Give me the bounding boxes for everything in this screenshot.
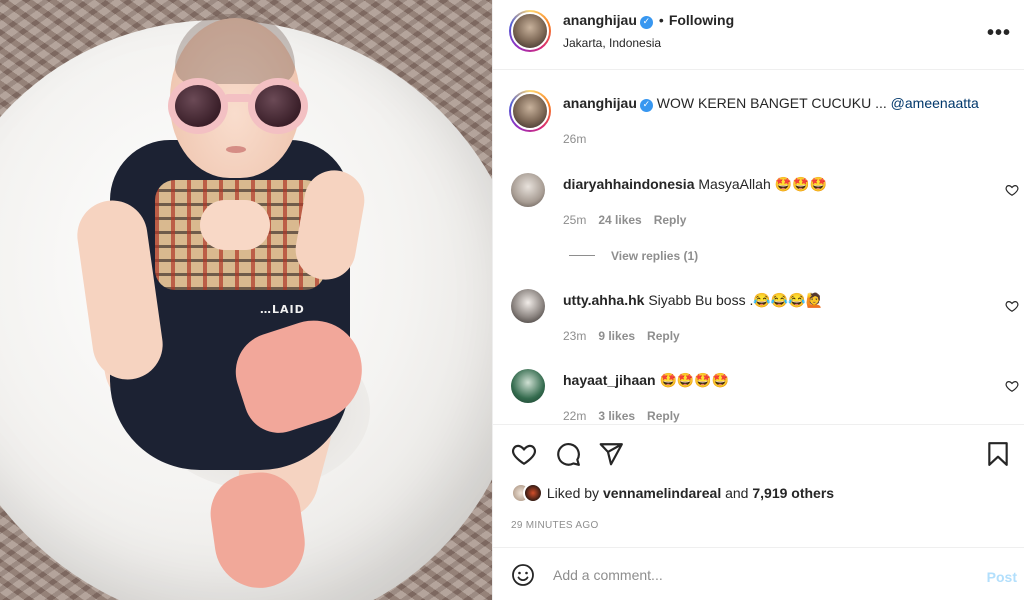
author-avatar[interactable] [509,10,551,52]
comment-time[interactable]: 25m [563,213,586,227]
view-replies-button[interactable]: View replies (1) [569,249,698,263]
comment-text: 🤩🤩🤩🤩 [659,372,730,388]
comment-text: Siyabb Bu boss .😂😂😂🙋 [648,292,824,308]
post-header: ananghijau ✓ • Following Jakarta, Indonesia… [493,0,1024,70]
send-icon[interactable] [598,441,624,467]
post-sidebar: ananghijau ✓ • Following Jakarta, Indonesia… [492,0,1024,600]
comment-like-heart-icon[interactable] [1005,299,1019,313]
comment-like-heart-icon[interactable] [1005,183,1019,197]
comment-text: MasyaAllah 🤩🤩🤩 [698,176,827,192]
caption-mention-link[interactable]: @ameenaatta [891,95,979,111]
comment-likes[interactable]: 24 likes [598,213,641,227]
separator-dot: • [658,12,664,28]
comment-icon[interactable] [555,441,581,467]
caption-username[interactable]: ananghijau [563,95,637,111]
liker-username[interactable]: vennamelindareal [603,485,721,501]
instagram-post-modal: …LAID ananghijau ✓ • Following Jakarta, Ind… [0,0,1024,600]
author-username[interactable]: ananghijau [563,12,637,28]
post-location[interactable]: Jakarta, Indonesia [563,36,661,50]
liker-avatar[interactable] [523,483,543,503]
comment-input[interactable] [553,561,973,589]
following-button[interactable]: Following [669,12,734,28]
caption-author-avatar[interactable] [509,90,551,132]
caption-text: WOW KEREN BANGET CUCUKU ... [656,95,887,111]
reply-button[interactable]: Reply [654,213,687,227]
caption-time[interactable]: 26m [563,132,586,146]
heart-icon[interactable] [511,441,537,467]
likes-count-link[interactable]: 7,919 others [752,485,834,501]
likes-summary: Liked by vennamelindareal and 7,919 othe… [511,483,834,503]
post-actions: Liked by vennamelindareal and 7,919 othe… [493,424,1024,548]
commenter-avatar[interactable] [511,173,545,207]
commenter-avatar[interactable] [511,289,545,323]
more-options-icon[interactable]: ••• [987,22,1011,45]
reply-button[interactable]: Reply [647,329,680,343]
comment-username[interactable]: utty.ahha.hk [563,292,644,308]
comment-username[interactable]: diaryahhaindonesia [563,176,694,192]
comment-time[interactable]: 22m [563,409,586,423]
verified-badge-icon: ✓ [639,16,653,29]
comment-like-heart-icon[interactable] [1005,379,1019,393]
comment-time[interactable]: 23m [563,329,586,343]
reply-button[interactable]: Reply [647,409,680,423]
post-comment-button[interactable]: Post [987,569,1017,585]
post-photo[interactable]: …LAID [0,0,492,600]
comment-likes[interactable]: 9 likes [598,329,635,343]
comments-section[interactable]: ananghijau ✓ WOW KEREN BANGET CUCUKU ... … [493,71,1024,424]
bodysuit-print-text: …LAID [260,303,305,316]
caption: ananghijau ✓ WOW KEREN BANGET CUCUKU ... … [563,95,979,112]
pink-sunglasses [168,78,308,134]
comment-username[interactable]: hayaat_jihaan [563,372,656,388]
commenter-avatar[interactable] [511,369,545,403]
comment-likes[interactable]: 3 likes [598,409,635,423]
verified-badge-icon: ✓ [639,99,653,112]
post-timestamp[interactable]: 29 MINUTES AGO [511,520,599,531]
smiley-icon[interactable] [511,563,535,587]
replies-line [569,255,595,256]
add-comment-bar: Post [493,549,1024,600]
bookmark-icon[interactable] [985,441,1011,467]
